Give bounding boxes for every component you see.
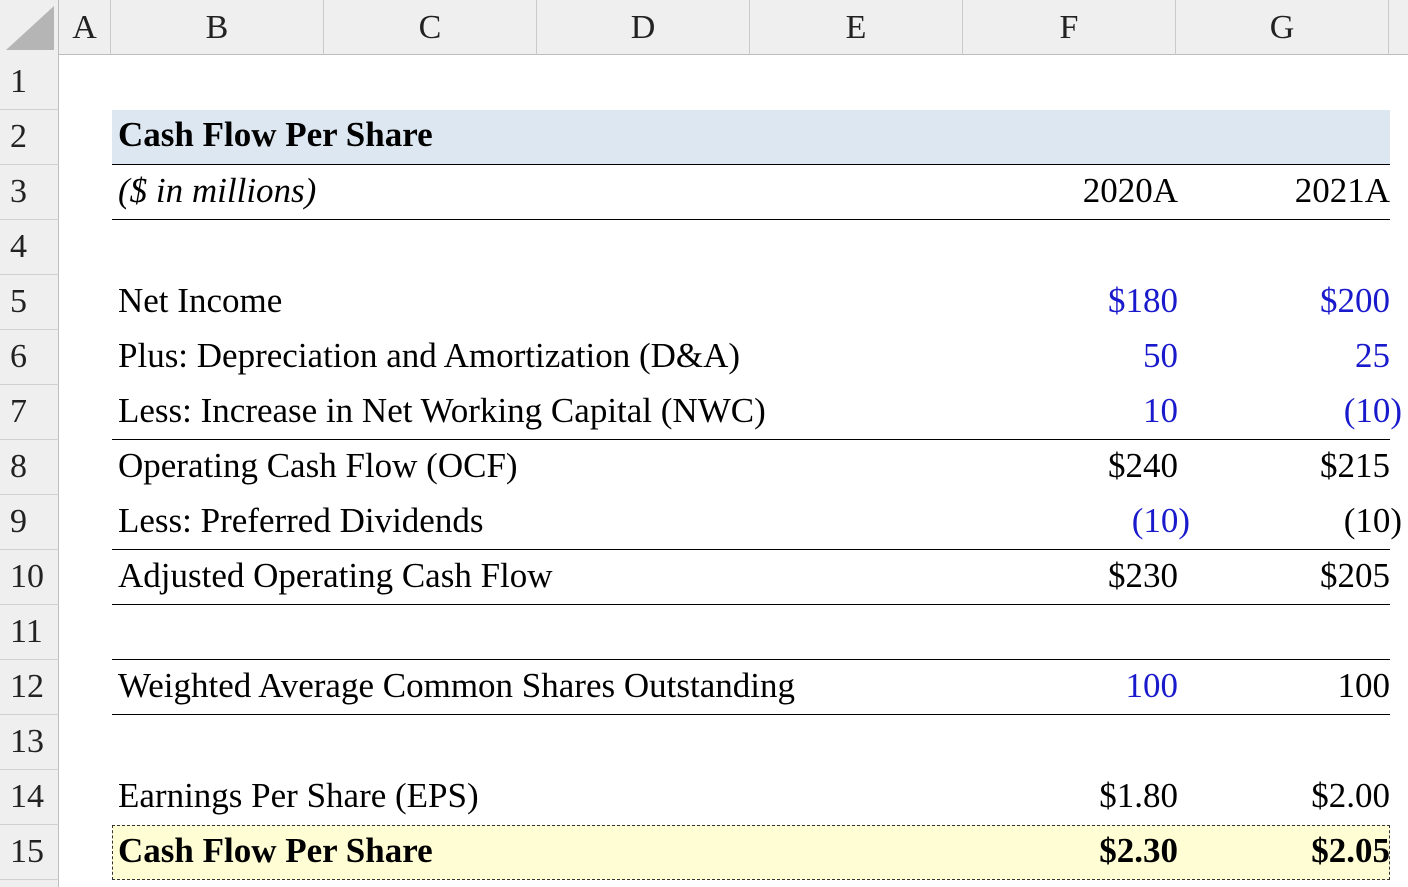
net-income-label[interactable]: Net Income — [118, 273, 282, 328]
ocf-2020[interactable]: $240 — [1020, 438, 1178, 493]
eps-2020[interactable]: $1.80 — [1020, 768, 1178, 823]
year-header-2020[interactable]: 2020A — [1020, 163, 1178, 218]
sheet-title[interactable]: Cash Flow Per Share — [118, 107, 433, 162]
column-header-row: A B C D E F G — [0, 0, 1408, 55]
column-header-c[interactable]: C — [324, 0, 537, 55]
cfps-2020[interactable]: $2.30 — [1020, 823, 1178, 878]
ocf-2021[interactable]: $215 — [1232, 438, 1390, 493]
net-income-2020[interactable]: $180 — [1020, 273, 1178, 328]
column-header-d[interactable]: D — [537, 0, 750, 55]
net-income-2021[interactable]: $200 — [1232, 273, 1390, 328]
column-header-g[interactable]: G — [1176, 0, 1389, 55]
shares-outstanding-2020[interactable]: 100 — [1020, 658, 1179, 713]
preferred-dividends-2021[interactable]: (10) — [1232, 493, 1402, 548]
da-label[interactable]: Plus: Depreciation and Amortization (D&A… — [118, 328, 740, 383]
ocf-label[interactable]: Operating Cash Flow (OCF) — [118, 438, 518, 493]
select-all-icon — [6, 6, 54, 50]
row-header-6[interactable]: 6 — [0, 330, 59, 385]
preferred-dividends-label[interactable]: Less: Preferred Dividends — [118, 493, 483, 548]
row-header-11[interactable]: 11 — [0, 605, 59, 660]
column-header-f[interactable]: F — [963, 0, 1176, 55]
shares-outstanding-label[interactable]: Weighted Average Common Shares Outstandi… — [118, 658, 795, 713]
row-header-3[interactable]: 3 — [0, 165, 59, 220]
year-header-2021[interactable]: 2021A — [1232, 163, 1390, 218]
preferred-dividends-2020[interactable]: (10) — [1020, 493, 1190, 548]
eps-label[interactable]: Earnings Per Share (EPS) — [118, 768, 479, 823]
adjusted-ocf-2020[interactable]: $230 — [1020, 548, 1178, 603]
row-header-8[interactable]: 8 — [0, 440, 59, 495]
row-header-15[interactable]: 15 — [0, 825, 59, 880]
row-header-4[interactable]: 4 — [0, 220, 59, 275]
units-label[interactable]: ($ in millions) — [118, 163, 316, 218]
eps-2021[interactable]: $2.00 — [1232, 768, 1390, 823]
column-header-b[interactable]: B — [111, 0, 324, 55]
row-header-column: 1 2 3 4 5 6 7 8 9 10 11 12 13 14 15 — [0, 55, 59, 887]
row-header-5[interactable]: 5 — [0, 275, 59, 330]
worksheet-grid[interactable]: Cash Flow Per Share ($ in millions) 2020… — [60, 55, 1408, 887]
da-2020[interactable]: 50 — [1020, 328, 1178, 383]
row-header-2[interactable]: 2 — [0, 110, 59, 165]
column-header-e[interactable]: E — [750, 0, 963, 55]
border-line — [112, 604, 1390, 605]
column-header-a[interactable]: A — [59, 0, 111, 55]
cfps-label[interactable]: Cash Flow Per Share — [118, 823, 433, 878]
cfps-2021[interactable]: $2.05 — [1232, 823, 1390, 878]
border-line — [112, 219, 1390, 220]
row-header-1[interactable]: 1 — [0, 55, 59, 110]
nwc-label[interactable]: Less: Increase in Net Working Capital (N… — [118, 383, 766, 438]
row-header-13[interactable]: 13 — [0, 715, 59, 770]
nwc-2021[interactable]: (10) — [1232, 383, 1402, 438]
row-header-7[interactable]: 7 — [0, 385, 59, 440]
row-header-14[interactable]: 14 — [0, 770, 59, 825]
adjusted-ocf-label[interactable]: Adjusted Operating Cash Flow — [118, 548, 553, 603]
select-all-corner[interactable] — [0, 0, 59, 55]
border-line — [112, 714, 1390, 715]
row-header-9[interactable]: 9 — [0, 495, 59, 550]
da-2021[interactable]: 25 — [1232, 328, 1390, 383]
row-header-10[interactable]: 10 — [0, 550, 59, 605]
row-header-12[interactable]: 12 — [0, 660, 59, 715]
adjusted-ocf-2021[interactable]: $205 — [1232, 548, 1390, 603]
nwc-2020[interactable]: 10 — [1020, 383, 1178, 438]
shares-outstanding-2021[interactable]: 100 — [1232, 658, 1391, 713]
